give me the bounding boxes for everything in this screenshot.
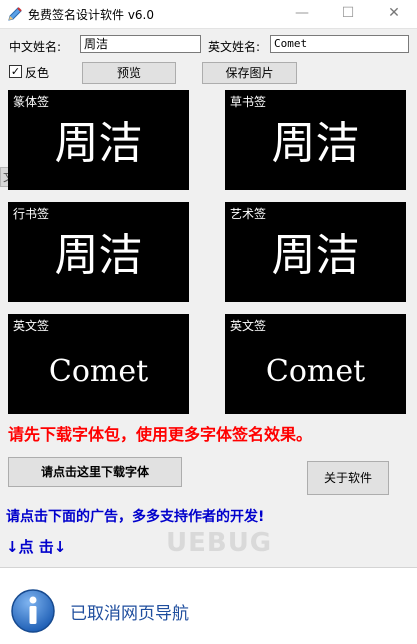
info-icon — [11, 589, 55, 633]
click-below-hint: ↓点 击↓ — [6, 538, 67, 556]
signature-panel-seal: 篆体签 周洁 — [8, 90, 189, 190]
invert-checkbox[interactable]: ✓ — [9, 65, 22, 78]
pen-icon — [8, 7, 22, 21]
panel-signature-text: 周洁 — [271, 118, 360, 169]
font-download-hint: 请先下载字体包，使用更多字体签名效果。 — [8, 425, 313, 444]
panel-signature-text: Comet — [265, 354, 366, 389]
save-image-button[interactable]: 保存图片 — [202, 62, 297, 84]
panel-signature-text: 周洁 — [54, 118, 143, 169]
panel-label: 英文签 — [230, 319, 267, 333]
panel-label: 行书签 — [13, 207, 50, 221]
minimize-button[interactable]: — — [279, 0, 325, 28]
signature-panel-english-2: 英文签 Comet — [225, 314, 406, 414]
signature-panel-art: 艺术签 周洁 — [225, 202, 406, 302]
cn-name-label: 中文姓名: — [9, 40, 62, 54]
invert-label: 反色 — [25, 66, 50, 80]
about-button[interactable]: 关于软件 — [307, 461, 389, 495]
signature-panel-running: 行书签 周洁 — [8, 202, 189, 302]
title-bar: 免费签名设计软件 v6.0 — ☐ ✕ — [0, 0, 417, 29]
ad-webview[interactable]: 已取消网页导航 — [0, 567, 417, 644]
panel-label: 篆体签 — [13, 95, 50, 109]
panel-signature-text: 周洁 — [54, 230, 143, 281]
en-name-label: 英文姓名: — [208, 40, 261, 54]
maximize-button[interactable]: ☐ — [325, 0, 371, 28]
watermark-logo: UEBUG — [166, 528, 273, 558]
panel-label: 艺术签 — [230, 207, 267, 221]
en-name-input[interactable]: Comet — [270, 35, 409, 53]
signature-panel-cursive: 草书签 周洁 — [225, 90, 406, 190]
panel-signature-text: Comet — [48, 354, 149, 389]
panel-label: 草书签 — [230, 95, 267, 109]
panel-signature-text: 周洁 — [271, 230, 360, 281]
download-fonts-button[interactable]: 请点击这里下载字体 — [8, 457, 182, 487]
cn-name-input[interactable]: 周洁 — [80, 35, 201, 53]
window-title: 免费签名设计软件 v6.0 — [28, 8, 155, 22]
ad-support-hint: 请点击下面的广告，多多支持作者的开发! — [6, 509, 265, 525]
preview-button[interactable]: 预览 — [82, 62, 176, 84]
signature-panel-english-1: 英文签 Comet — [8, 314, 189, 414]
panel-label: 英文签 — [13, 319, 50, 333]
navigation-canceled-message: 已取消网页导航 — [70, 604, 189, 624]
close-button[interactable]: ✕ — [371, 0, 417, 28]
